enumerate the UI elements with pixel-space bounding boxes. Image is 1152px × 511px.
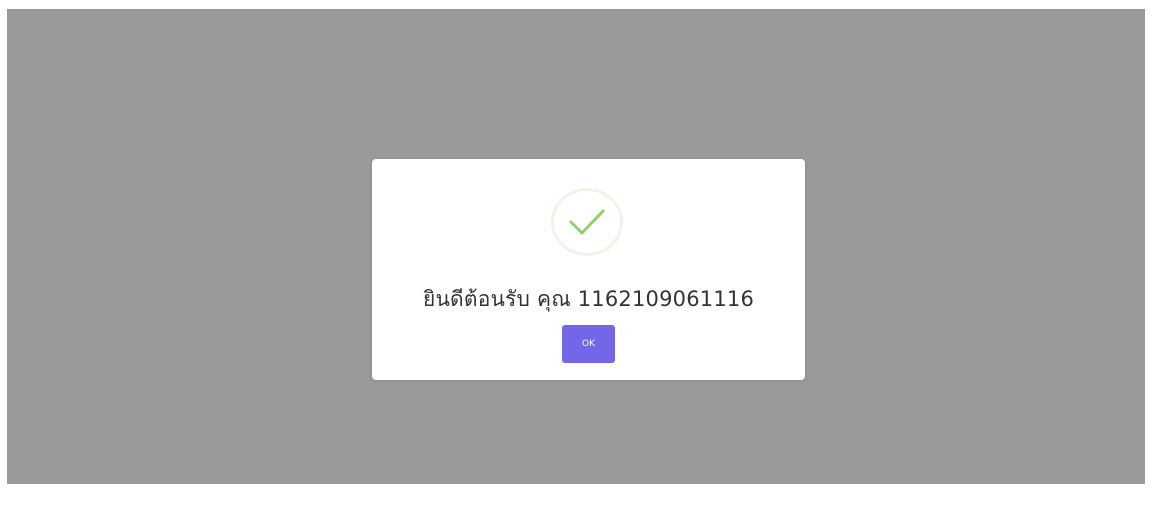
ok-button[interactable]: OK — [562, 325, 615, 363]
welcome-message: ยินดีต้อนรับ คุณ 1162109061116 — [422, 287, 755, 311]
success-dialog: ยินดีต้อนรับ คุณ 1162109061116 OK — [372, 159, 805, 380]
modal-overlay: ยินดีต้อนรับ คุณ 1162109061116 OK — [7, 9, 1145, 484]
check-icon — [569, 209, 605, 235]
success-check-icon — [551, 188, 623, 256]
